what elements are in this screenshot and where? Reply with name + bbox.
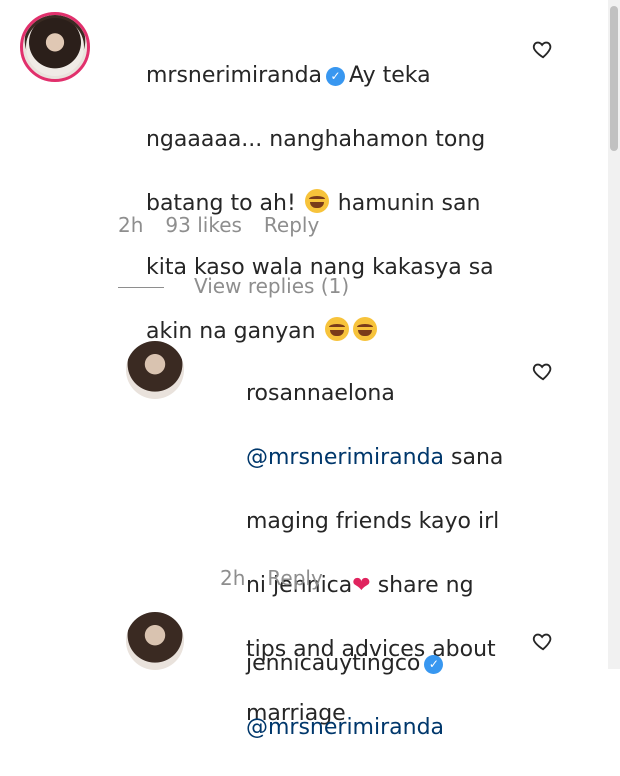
verified-badge-icon: ✓	[424, 655, 444, 674]
comment-body: jennicauytingco ✓ @mrsnerimiranda	[218, 616, 518, 776]
heart-outline-icon[interactable]	[532, 360, 554, 382]
comment-meta: 2h 93 likes Reply	[118, 213, 341, 237]
comment-likes[interactable]: 93 likes	[165, 213, 242, 237]
avatar[interactable]	[126, 612, 184, 670]
comment-time[interactable]: 2h	[220, 566, 245, 590]
avatar[interactable]	[126, 341, 184, 399]
scrollbar[interactable]	[608, 0, 620, 669]
laughing-tears-emoji-icon	[352, 317, 377, 341]
red-heart-emoji-icon: ❤	[352, 573, 371, 598]
reply-button[interactable]: Reply	[267, 566, 322, 590]
mention-link[interactable]: @mrsnerimiranda	[246, 715, 444, 740]
scrollbar-thumb[interactable]	[610, 6, 618, 151]
verified-badge-icon: ✓	[326, 67, 346, 86]
laughing-tears-emoji-icon	[304, 189, 329, 213]
comment-username[interactable]: jennicauytingco	[246, 651, 420, 676]
comment-time[interactable]: 2h	[118, 213, 143, 237]
avatar[interactable]	[20, 12, 90, 82]
comment-username[interactable]: rosannaelona	[246, 381, 395, 406]
comment-meta: 2h Reply	[220, 566, 345, 590]
avatar-photo	[26, 18, 84, 76]
mention-link[interactable]: @mrsnerimiranda	[246, 445, 444, 470]
comment-body: mrsnerimiranda ✓ Ay teka ngaaaaa... nangha…	[145, 63, 494, 344]
laughing-tears-emoji-icon	[324, 317, 349, 341]
heart-outline-icon[interactable]	[532, 38, 554, 60]
divider-line	[118, 287, 164, 288]
comment-username[interactable]: mrsnerimiranda	[146, 63, 322, 88]
heart-outline-icon[interactable]	[532, 630, 554, 652]
view-replies-button[interactable]: View replies (1)	[118, 274, 349, 298]
reply-button[interactable]: Reply	[264, 213, 319, 237]
